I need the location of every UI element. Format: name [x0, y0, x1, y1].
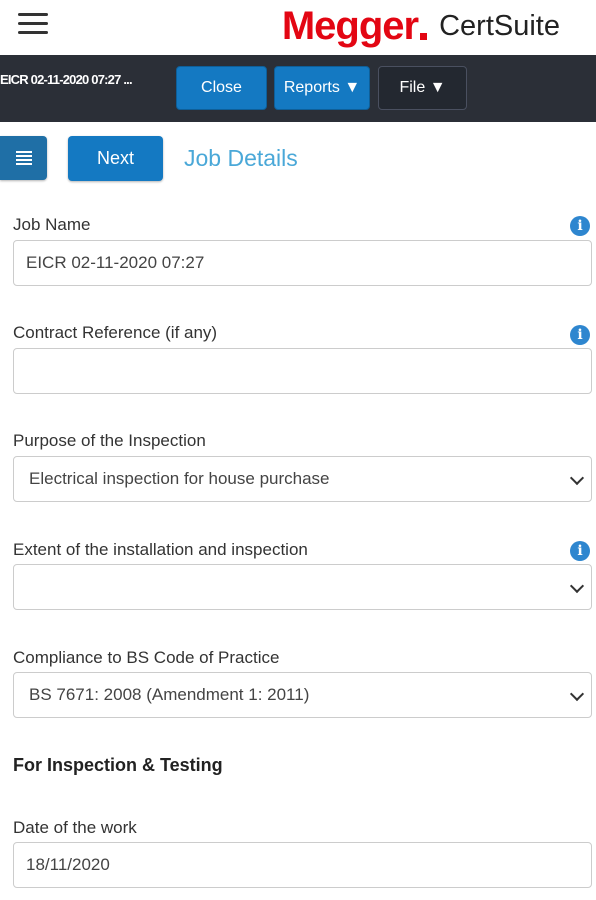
- hamburger-menu-icon[interactable]: [18, 13, 48, 37]
- section-list-button[interactable]: [0, 136, 47, 180]
- brand-suite: CertSuite: [439, 9, 560, 42]
- compliance-label: Compliance to BS Code of Practice: [13, 648, 280, 667]
- job-name-value: EICR 02-11-2020 07:27: [26, 253, 205, 272]
- contract-reference-label: Contract Reference (if any): [13, 323, 218, 342]
- next-button[interactable]: Next: [68, 136, 163, 181]
- purpose-selected: Electrical inspection for house purchase: [29, 469, 330, 488]
- contract-reference-info-icon[interactable]: i: [570, 325, 590, 345]
- date-of-work-value: 18/11/2020: [26, 855, 110, 874]
- section-title: Job Details: [184, 145, 298, 171]
- date-of-work-input[interactable]: 18/11/2020: [13, 842, 592, 888]
- compliance-selected: BS 7671: 2008 (Amendment 1: 2011): [29, 685, 310, 704]
- chevron-down-icon: [569, 686, 585, 702]
- job-title: EICR 02-11-2020 07:27 ...: [0, 72, 133, 87]
- purpose-label: Purpose of the Inspection: [13, 431, 206, 450]
- chevron-down-icon: [569, 578, 585, 594]
- toolbar: EICR 02-11-2020 07:27 ... Close Reports …: [0, 55, 596, 122]
- extent-select[interactable]: [13, 564, 592, 610]
- compliance-select[interactable]: BS 7671: 2008 (Amendment 1: 2011): [13, 672, 592, 718]
- inspection-testing-heading: For Inspection & Testing: [13, 755, 223, 775]
- brand-logo: Megger CertSuite: [282, 4, 560, 48]
- job-name-label: Job Name: [13, 215, 91, 234]
- brand-dot: [420, 32, 428, 40]
- reports-dropdown-button[interactable]: Reports ▼: [274, 66, 370, 110]
- contract-reference-input[interactable]: [13, 348, 592, 394]
- list-icon: [15, 149, 32, 167]
- brand-name: Megger: [281, 3, 419, 48]
- chevron-down-icon: [569, 470, 585, 486]
- date-of-work-label: Date of the work: [13, 818, 137, 837]
- top-bar: Megger CertSuite: [0, 0, 596, 54]
- job-name-info-icon[interactable]: i: [570, 216, 590, 236]
- purpose-select[interactable]: Electrical inspection for house purchase: [13, 456, 592, 502]
- extent-label: Extent of the installation and inspectio…: [13, 540, 308, 559]
- close-button[interactable]: Close: [176, 66, 267, 110]
- job-name-input[interactable]: EICR 02-11-2020 07:27: [13, 240, 592, 286]
- extent-info-icon[interactable]: i: [570, 541, 590, 561]
- file-dropdown-button[interactable]: File ▼: [378, 66, 467, 110]
